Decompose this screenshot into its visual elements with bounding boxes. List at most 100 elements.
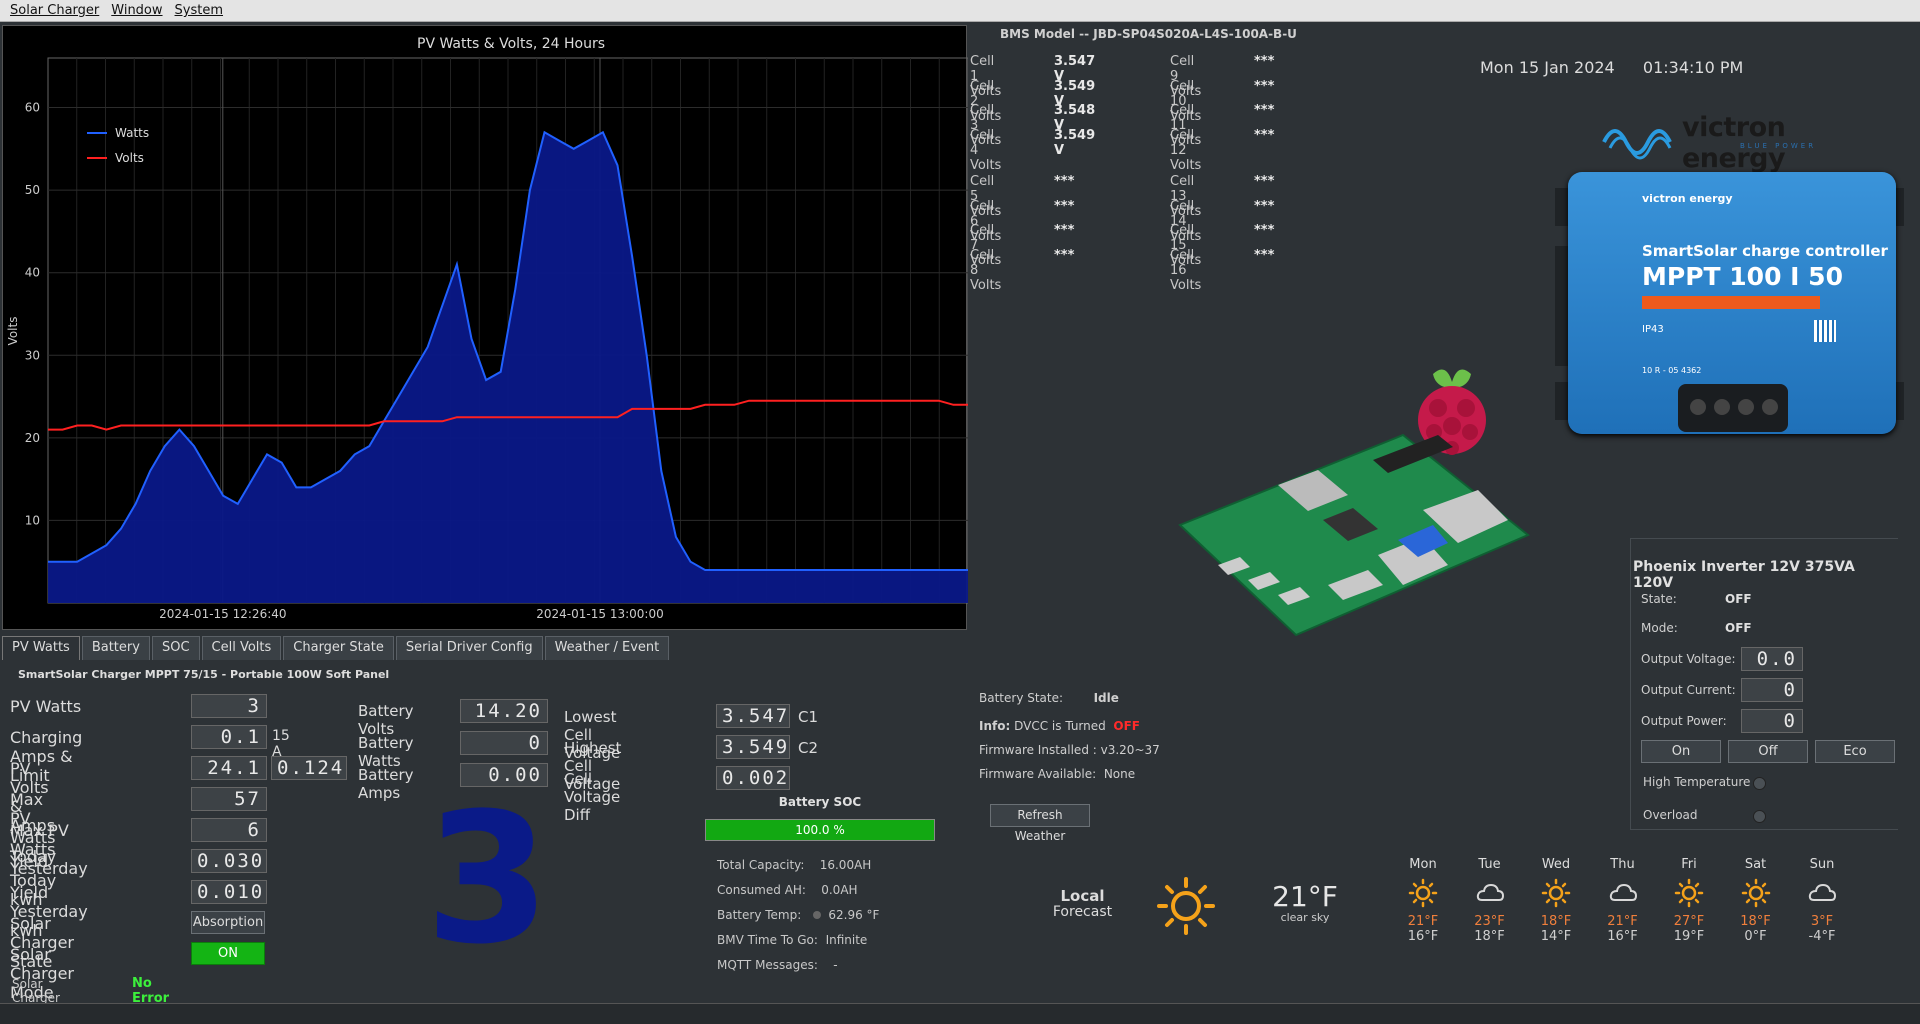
cell-diff-value: 0.002 — [716, 766, 790, 790]
mqtt-row: MQTT Messages: - — [717, 953, 879, 978]
battery-volts-value: 14.20 — [460, 699, 548, 723]
charging-amps-value: 0.1 — [191, 725, 267, 749]
forecast-day-name: Wed — [1541, 857, 1571, 872]
dvcc-info-row: Info: DVCC is Turned OFF — [979, 714, 1160, 738]
battery-watts-label: Battery Watts — [358, 734, 414, 770]
y-tick-label: 30 — [25, 348, 40, 362]
tab-serial-driver-config[interactable]: Serial Driver Config — [395, 636, 543, 660]
battery-state-label: Battery State: — [979, 691, 1064, 705]
tab-battery[interactable]: Battery — [81, 636, 150, 660]
lowest-cell-value: 3.547 — [716, 704, 790, 728]
forecast-day-mon: Mon 21°F 16°F — [1393, 857, 1453, 944]
forecast-high: 21°F — [1607, 914, 1638, 929]
forecast-high: 27°F — [1673, 914, 1705, 929]
battery-volts-label: Battery Volts — [358, 702, 414, 738]
inverter-eco-button[interactable]: Eco — [1815, 740, 1895, 763]
soc-title: Battery SOC — [778, 795, 862, 809]
mppt-product-line1: SmartSolar charge controller — [1642, 242, 1888, 260]
cloud-icon — [1609, 883, 1637, 901]
forecast-low: 18°F — [1474, 929, 1505, 944]
tab-charger-state[interactable]: Charger State — [283, 636, 394, 660]
fw-available-label: Firmware Available: — [979, 767, 1097, 781]
forecast-day-name: Fri — [1681, 857, 1697, 872]
bms-cell-value: *** — [1054, 223, 1075, 238]
inverter-off-button[interactable]: Off — [1728, 740, 1808, 763]
fw-available-row: Firmware Available: None — [979, 762, 1160, 786]
battery-state-value: Idle — [1093, 691, 1119, 705]
forecast-day-tue: Tue 23°F 18°F — [1460, 857, 1520, 944]
charger-state-value: Absorption — [191, 911, 265, 934]
forecast-low: 16°F — [1607, 929, 1638, 944]
forecast-high: 23°F — [1474, 914, 1505, 929]
weather-local-label: Local Forecast — [1040, 888, 1125, 920]
forecast-low: 16°F — [1407, 929, 1439, 944]
weather-local: Local — [1060, 887, 1105, 905]
bms-cell-label: Cell 8 Volts — [970, 247, 1002, 293]
clock: Mon 15 Jan 2024 01:34:10 PM — [1480, 58, 1743, 77]
output-power-label: Output Power: — [1641, 714, 1727, 728]
tab-soc[interactable]: SOC — [151, 636, 200, 660]
forecast-day-name: Mon — [1409, 857, 1437, 872]
yield-yesterday-value: 0.010 — [191, 880, 267, 904]
consumed-ah-value: 0.0AH — [821, 883, 858, 897]
pv-watts-label: PV Watts — [10, 697, 82, 716]
max-pv-yesterday-value: 6 — [191, 818, 267, 842]
time-to-go-row: BMV Time To Go: Infinite — [717, 928, 879, 953]
status-block: Battery State: Idle Info: DVCC is Turned… — [979, 686, 1160, 786]
bms-cell-value: *** — [1254, 247, 1275, 263]
pv-volts-value: 24.1 — [191, 756, 267, 780]
battery-temp-value: 62.96 °F — [828, 908, 880, 922]
forecast-day-sat: Sat 18°F 0°F — [1726, 857, 1786, 944]
forecast-low: 14°F — [1540, 929, 1572, 944]
y-tick-label: 50 — [25, 183, 40, 197]
forecast-low: 19°F — [1673, 929, 1705, 944]
fw-available-value: None — [1103, 767, 1136, 781]
pv-amps-value: 0.124 — [271, 756, 347, 780]
tab-weather-event[interactable]: Weather / Event — [544, 636, 670, 660]
mqtt-value: - — [833, 958, 838, 972]
victron-logo: victron energy BLUE POWER — [1600, 112, 1860, 174]
forecast-high: 18°F — [1740, 914, 1771, 929]
bms-cell-value: 3.549 V — [1054, 127, 1096, 158]
bms-model: BMS Model -- JBD-SP04S020A-L4S-100A-B-U — [1000, 27, 1297, 41]
battery-watts-value: 0 — [460, 731, 548, 755]
inverter-title: Phoenix Inverter 12V 375VA 120V — [1633, 559, 1855, 591]
forecast-day-wed: Wed 18°F 14°F — [1526, 857, 1586, 944]
forecast-day-sun: Sun 3°F -4°F — [1792, 857, 1852, 944]
total-capacity-value: 16.00AH — [819, 858, 872, 872]
high-temp-indicator-icon — [1753, 777, 1766, 790]
forecast-day-name: Sat — [1744, 857, 1767, 872]
sun-icon — [1541, 878, 1571, 908]
tab-pv-watts[interactable]: PV Watts — [2, 636, 80, 660]
chart-ylabel: Volts — [6, 317, 20, 346]
clock-date: Mon 15 Jan 2024 — [1480, 58, 1615, 77]
refresh-weather-button[interactable]: Refresh Weather — [990, 804, 1090, 843]
bms-cell-value: *** — [1254, 103, 1275, 118]
mppt-orange-stripe — [1642, 296, 1820, 309]
mqtt-label: MQTT Messages: — [717, 958, 818, 972]
bms-cell-value: *** — [1254, 198, 1275, 214]
bms-cell-value: *** — [1054, 247, 1075, 263]
fw-installed-label: Firmware Installed : — [979, 743, 1097, 757]
tab-cell-volts[interactable]: Cell Volts — [201, 636, 282, 660]
charger-mode-toggle[interactable]: ON — [191, 942, 265, 965]
y-tick-label: 20 — [25, 431, 40, 445]
menu-system[interactable]: System — [175, 3, 223, 18]
mppt-qr-code-icon — [1814, 320, 1836, 342]
sun-icon — [1408, 878, 1438, 908]
forecast-day-name: Thu — [1610, 857, 1635, 872]
sun-icon — [1741, 878, 1770, 908]
big-pv-watts: 3 — [425, 775, 551, 984]
consumed-ah-label: Consumed AH: — [717, 883, 806, 897]
highest-cell-value: 3.549 — [716, 735, 790, 759]
fw-installed-value: v3.20~37 — [1100, 743, 1160, 757]
victron-tagline: BLUE POWER — [1740, 142, 1817, 150]
forecast-low: 0°F — [1744, 929, 1767, 944]
battery-amps-value: 0.00 — [460, 763, 548, 787]
raspberry-pi-board-icon — [1178, 433, 1530, 637]
cell-diff-label: Cell Voltage Diff — [564, 770, 621, 824]
terminal-screw-icon — [1738, 399, 1754, 415]
inverter-on-button[interactable]: On — [1641, 740, 1721, 763]
menu-solar-charger[interactable]: Solar Charger — [10, 3, 99, 18]
menu-window[interactable]: Window — [111, 3, 162, 18]
